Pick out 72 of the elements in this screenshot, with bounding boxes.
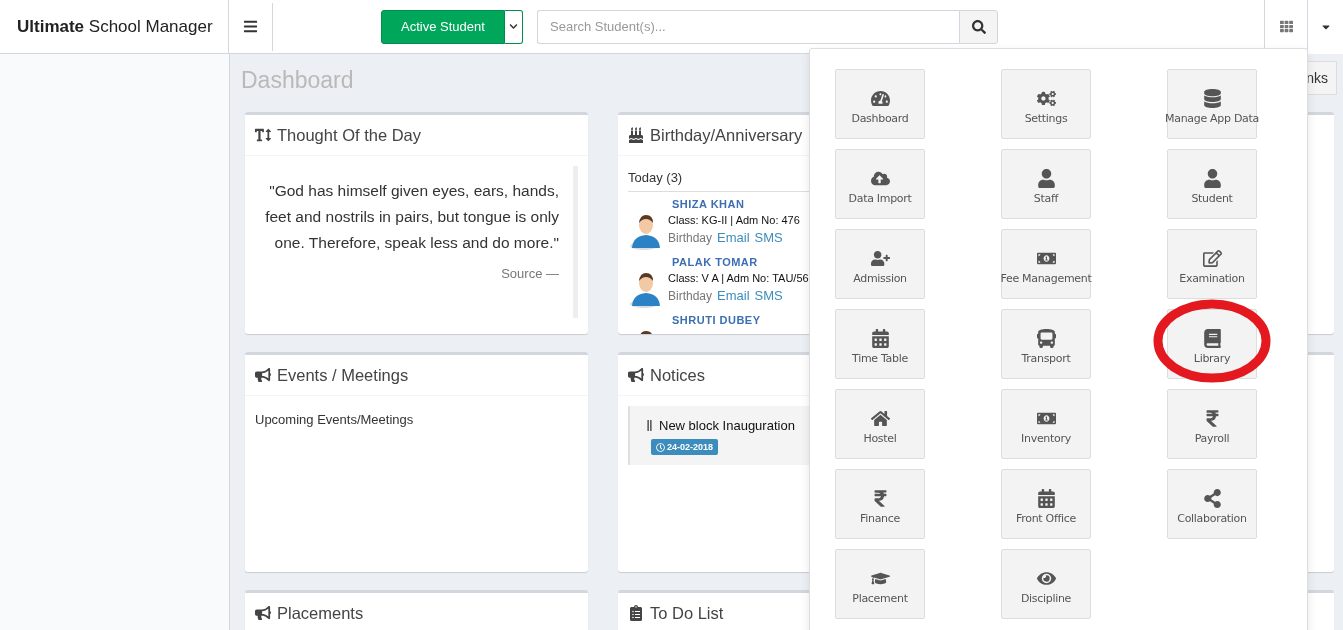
card-title: To Do List <box>650 603 724 623</box>
app-tile[interactable]: Front Office <box>1001 469 1091 539</box>
action-link[interactable]: Email <box>717 230 750 245</box>
eye-icon <box>1036 569 1056 588</box>
action-link[interactable]: Email <box>717 288 750 303</box>
quote-source: Source — <box>500 266 559 281</box>
gears-icon <box>1036 89 1056 108</box>
person-name: SHIZA KHAN <box>671 198 746 210</box>
person-details: Class: V A | Adm No: TAU/56 <box>668 272 809 284</box>
occasion-label: Birthday <box>668 231 713 245</box>
action-link[interactable]: SMS <box>754 288 783 303</box>
action-link[interactable]: SMS <box>754 230 783 245</box>
clipboard-icon <box>628 605 644 621</box>
database-icon <box>1202 89 1222 108</box>
app-tile[interactable]: Examination <box>1167 229 1257 299</box>
app-tile[interactable]: Time Table <box>835 309 925 379</box>
app-tile[interactable]: Hostel <box>835 389 925 459</box>
card-title: Thought Of the Day <box>277 125 421 145</box>
bus-icon <box>1036 329 1056 348</box>
quote-text: "God has himself given eyes, ears, hands, feet and nostrils in pairs, but tongue is only one. Therefore, speak less and do more." <box>264 181 559 253</box>
user-plus-icon <box>870 249 890 268</box>
filter-dropdown-button[interactable] <box>505 9 523 44</box>
search-button[interactable] <box>959 9 998 44</box>
user-icon <box>1036 169 1056 188</box>
clock-icon <box>656 442 665 452</box>
cake-icon <box>628 127 644 143</box>
search-field[interactable]: Search Student(s)... <box>537 9 959 44</box>
megaphone-icon <box>255 367 271 383</box>
notice-title: New block Inauguration <box>659 418 795 433</box>
date-badge: 24-02-2018 <box>651 439 719 455</box>
app-tile[interactable]: Manage App Data <box>1167 69 1257 139</box>
card-title: Notices <box>650 365 706 385</box>
app-tile[interactable]: Transport <box>1001 309 1091 379</box>
house-icon <box>870 409 890 428</box>
events-text: Upcoming Events/Meetings <box>255 412 415 427</box>
calendar-icon <box>1036 489 1056 508</box>
user-icon <box>1202 169 1222 188</box>
app-tile[interactable]: Settings <box>1001 69 1091 139</box>
text-height-icon <box>255 127 271 143</box>
menu-icon <box>243 19 258 34</box>
grid-icon <box>1279 20 1293 33</box>
gauge-icon <box>870 89 890 108</box>
app-tile[interactable]: Staff <box>1001 149 1091 219</box>
megaphone-icon <box>628 367 644 383</box>
person-details: Class: KG-II | Adm No: 476 <box>668 214 800 226</box>
share-icon <box>1202 489 1222 508</box>
person-name: SHRUTI DUBEY <box>671 314 761 326</box>
cloud-upload-icon <box>870 169 890 188</box>
app-tile[interactable]: Discipline <box>1001 549 1091 619</box>
card-title: Events / Meetings <box>277 365 409 385</box>
person-name: PALAK TOMAR <box>671 256 759 268</box>
card-title: Birthday/Anniversary <box>650 125 803 145</box>
app-tile[interactable]: Student <box>1167 149 1257 219</box>
app-tile[interactable]: Fee Management <box>1001 229 1091 299</box>
app-tile[interactable]: Placement <box>835 549 925 619</box>
app-tile[interactable]: Data Import <box>835 149 925 219</box>
chevron-icon <box>509 22 518 31</box>
calendar-icon <box>870 329 890 348</box>
app-tile[interactable]: Finance <box>835 469 925 539</box>
page-title: Dashboard <box>241 66 354 94</box>
bars-icon <box>644 420 655 431</box>
megaphone-icon <box>255 605 271 621</box>
app-tile[interactable]: Inventory <box>1001 389 1091 459</box>
app-tile[interactable]: Admission <box>835 229 925 299</box>
occasion-label: Birthday <box>668 289 713 303</box>
card-title: Placements <box>277 603 364 623</box>
book-icon <box>1202 329 1222 348</box>
app-tile[interactable]: Payroll <box>1167 389 1257 459</box>
app-tile[interactable]: Collaboration <box>1167 469 1257 539</box>
edit-icon <box>1202 249 1222 268</box>
search-icon <box>971 19 986 34</box>
app-tile[interactable]: Dashboard <box>835 69 925 139</box>
